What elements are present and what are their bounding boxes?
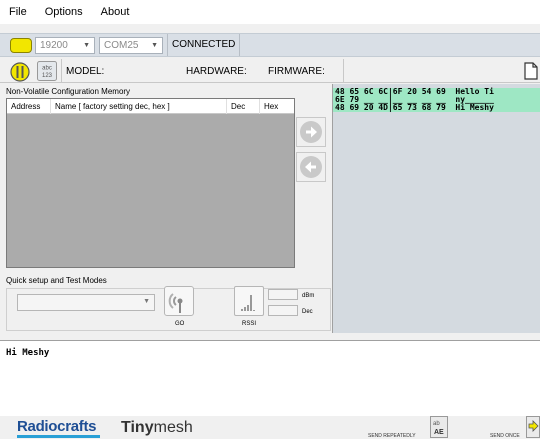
menu-bar: File Options About <box>0 0 540 24</box>
column-hex[interactable]: Hex <box>260 99 294 114</box>
arrow-left-icon <box>300 156 322 178</box>
message-text: Hi Meshy <box>6 348 50 358</box>
column-dec[interactable]: Dec <box>227 98 260 114</box>
tinymesh-logo-rest: mesh <box>153 419 193 436</box>
send-repeat-icon: ab AE <box>433 421 444 436</box>
send-once-icon <box>528 420 539 432</box>
dbm-field <box>268 289 298 300</box>
document-icon[interactable] <box>524 62 538 83</box>
send-once-button[interactable] <box>526 416 540 438</box>
svg-text:abc: abc <box>42 66 52 72</box>
svg-text:AE: AE <box>434 429 444 436</box>
dbm-label: dBm <box>302 293 315 299</box>
send-repeatedly-label: SEND REPEATEDLY <box>368 433 416 439</box>
go-label: GO <box>175 321 185 327</box>
write-arrow-button[interactable] <box>296 117 326 147</box>
signal-bars-icon <box>241 295 255 311</box>
column-address[interactable]: Address <box>7 98 51 114</box>
connection-toolbar: 19200 ▼ COM25 ▼ CONNECTED <box>0 33 540 57</box>
footer: Radiocrafts Tinymesh SEND REPEATEDLY ab … <box>0 416 540 439</box>
chevron-down-icon: ▼ <box>151 41 158 49</box>
device-info-toolbar: abc 123 MODEL: HARDWARE: FIRMWARE: <box>0 59 540 83</box>
message-input[interactable]: Hi Meshy <box>0 340 540 416</box>
connection-toggle-button[interactable] <box>10 37 32 53</box>
read-arrow-button[interactable] <box>296 152 326 182</box>
arrow-right-icon <box>300 121 322 143</box>
nvm-table[interactable]: Address Name [ factory setting dec, hex … <box>6 98 295 268</box>
hex-view-panel[interactable]: 48 65 6C 6C|6F 20 54 69 Hello Ti 6E 79 _… <box>332 84 540 333</box>
tinymesh-logo-bold: Tiny <box>121 419 154 436</box>
baud-rate-value: 19200 <box>40 39 68 51</box>
com-port-select[interactable]: COM25 ▼ <box>99 36 163 54</box>
dec-field <box>268 305 298 316</box>
nvm-table-header: Address Name [ factory setting dec, hex … <box>7 98 294 114</box>
test-mode-select[interactable]: ▼ <box>17 294 155 311</box>
dec-label: Dec <box>302 309 313 315</box>
abc-123-icon[interactable]: abc 123 <box>37 61 57 84</box>
chevron-down-icon: ▼ <box>83 41 90 49</box>
send-repeatedly-button[interactable]: ab AE <box>430 416 448 438</box>
send-once-label: SEND ONCE <box>490 433 520 439</box>
column-name[interactable]: Name [ factory setting dec, hex ] <box>51 98 227 114</box>
svg-text:123: 123 <box>42 73 53 79</box>
model-label: MODEL: <box>66 66 105 77</box>
quick-setup-title: Quick setup and Test Modes <box>6 276 107 285</box>
com-port-value: COM25 <box>104 39 139 51</box>
baud-rate-select[interactable]: 19200 ▼ <box>35 36 95 54</box>
menu-file[interactable]: File <box>6 4 30 20</box>
nvm-title: Non-Volatile Configuration Memory <box>6 87 131 96</box>
hex-dump: 48 65 6C 6C|6F 20 54 69 Hello Ti 6E 79 _… <box>333 88 540 112</box>
menu-options[interactable]: Options <box>42 4 86 20</box>
radiocrafts-logo-underline <box>17 435 100 438</box>
tinymesh-logo: Tinymesh <box>121 419 193 437</box>
firmware-label: FIRMWARE: <box>268 66 325 77</box>
antenna-broadcast-icon <box>168 293 183 313</box>
rssi-indicator <box>234 286 264 316</box>
radiocrafts-logo: Radiocrafts <box>17 418 97 435</box>
chevron-down-icon: ▼ <box>143 298 150 305</box>
menu-about[interactable]: About <box>98 4 133 20</box>
rssi-label: RSSI <box>242 321 257 327</box>
svg-text:ab: ab <box>433 421 440 427</box>
hex-line: 48 69 20 4D|65 73 68 79 Hi Meshy <box>335 103 494 112</box>
power-plug-icon[interactable] <box>10 62 30 85</box>
go-button[interactable] <box>164 286 194 316</box>
hardware-label: HARDWARE: <box>186 66 247 77</box>
connection-status: CONNECTED <box>167 34 241 56</box>
